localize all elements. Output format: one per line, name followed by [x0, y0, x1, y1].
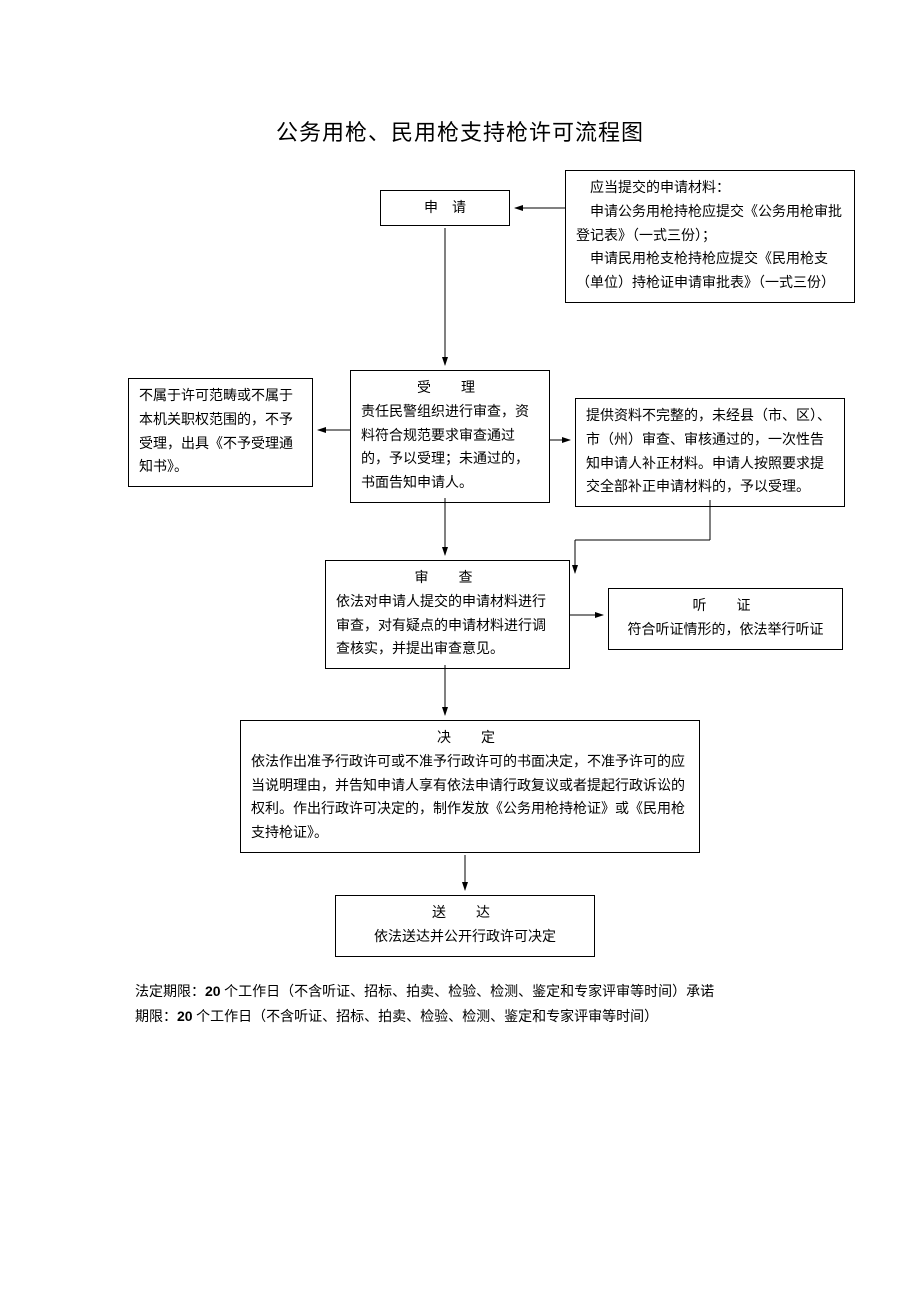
flow-arrows: [0, 0, 920, 1301]
